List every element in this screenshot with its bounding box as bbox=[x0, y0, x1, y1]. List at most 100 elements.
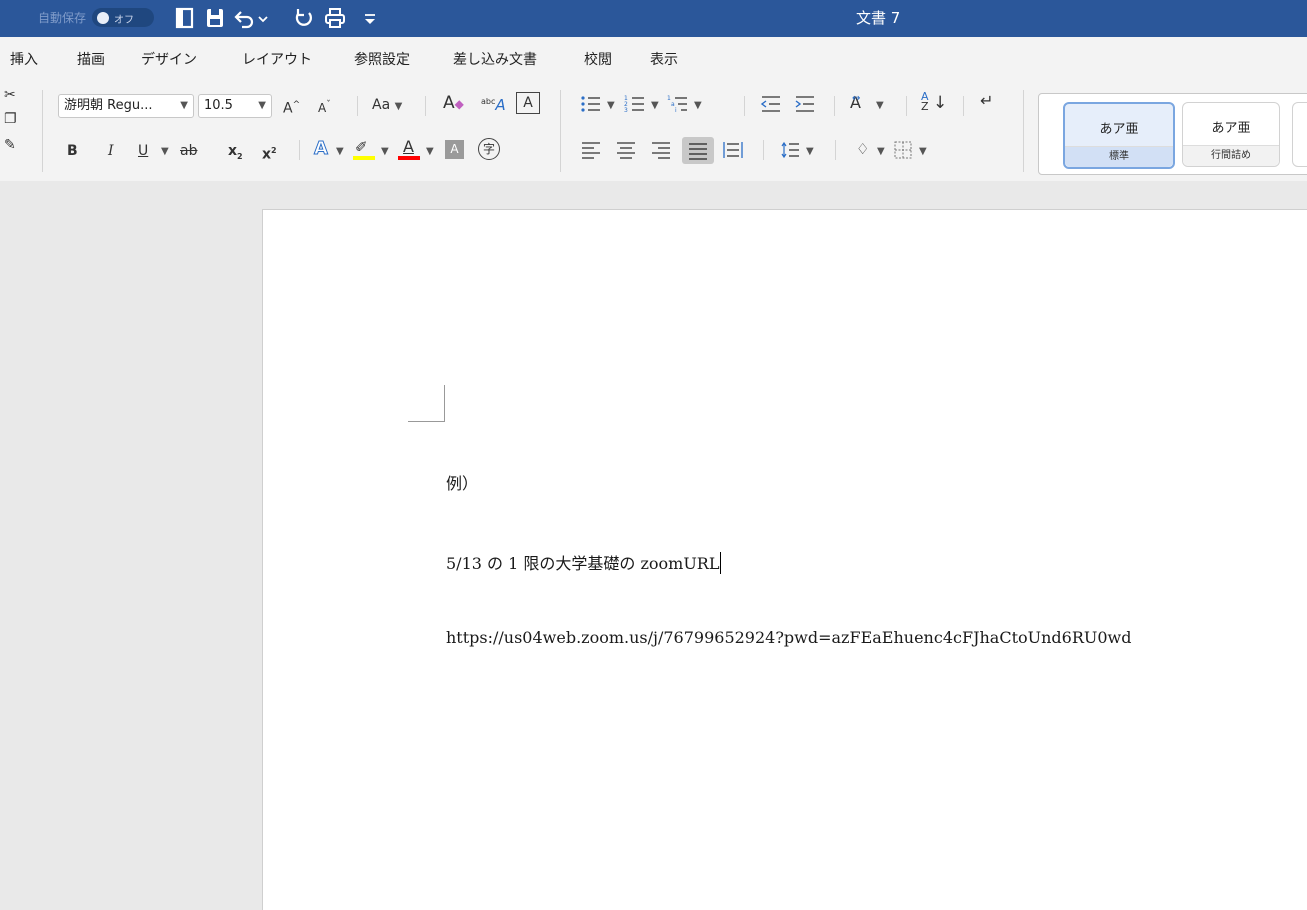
copy-icon[interactable]: ❐ bbox=[4, 108, 17, 130]
phonetic-guide-button[interactable]: abcA bbox=[481, 91, 506, 116]
font-color-swatch bbox=[398, 156, 420, 160]
document-page[interactable]: 例） 5/13 の 1 限の大学基礎の zoomURL https://us04… bbox=[262, 209, 1307, 910]
divider bbox=[299, 140, 300, 160]
decrease-indent-icon[interactable] bbox=[760, 94, 782, 114]
paragraph-example[interactable]: 例） bbox=[446, 470, 478, 494]
multilevel-chevron-down-icon[interactable]: ▼ bbox=[694, 95, 702, 117]
text-effects-button[interactable]: A bbox=[314, 138, 329, 160]
shading-icon[interactable]: ♢ bbox=[856, 138, 869, 160]
show-formatting-marks-icon[interactable]: ↵ bbox=[980, 90, 993, 112]
align-left-icon[interactable] bbox=[580, 140, 602, 160]
cut-icon[interactable]: ✂ bbox=[4, 84, 16, 106]
align-right-icon[interactable] bbox=[650, 140, 672, 160]
line-spacing-icon[interactable] bbox=[779, 140, 801, 160]
font-size-dropdown[interactable]: 10.5 ▼ bbox=[198, 94, 272, 118]
enclose-characters-button[interactable]: 字 bbox=[478, 138, 500, 160]
save-icon[interactable] bbox=[202, 5, 228, 31]
tab-references[interactable]: 参照設定 bbox=[354, 49, 410, 69]
paragraph-zoom-url[interactable]: https://us04web.zoom.us/j/76799652924?pw… bbox=[446, 628, 1131, 647]
style-next-partial[interactable] bbox=[1292, 102, 1307, 167]
justify-button[interactable] bbox=[682, 137, 714, 164]
borders-icon[interactable] bbox=[893, 140, 913, 160]
line-spacing-chevron-down-icon[interactable]: ▼ bbox=[806, 141, 814, 163]
svg-text:i: i bbox=[675, 107, 677, 114]
highlight-color-swatch bbox=[353, 156, 375, 160]
text-cursor bbox=[720, 552, 722, 574]
redo-icon[interactable] bbox=[290, 5, 316, 31]
bold-button[interactable]: B bbox=[67, 140, 78, 162]
asian-layout-chevron-down-icon[interactable]: ▼ bbox=[876, 95, 884, 117]
divider bbox=[425, 96, 426, 116]
ribbon-tabs: 挿入 描画 デザイン レイアウト 参照設定 差し込み文書 校閲 表示 bbox=[0, 37, 1307, 82]
character-border-button[interactable]: A bbox=[516, 92, 540, 114]
tab-draw[interactable]: 描画 bbox=[77, 49, 105, 69]
bullets-icon[interactable] bbox=[580, 94, 602, 114]
divider bbox=[963, 96, 964, 116]
divider bbox=[763, 140, 764, 160]
grow-font-button[interactable]: A^ bbox=[283, 94, 300, 120]
divider bbox=[1023, 90, 1024, 172]
style-preview: あア亜 bbox=[1099, 122, 1139, 137]
multilevel-list-icon[interactable]: 1ai bbox=[667, 94, 689, 114]
autosave-state: オフ bbox=[114, 15, 134, 26]
undo-history-chevron-down-icon[interactable] bbox=[256, 5, 270, 31]
font-color-button[interactable]: A bbox=[398, 136, 420, 160]
tab-layout[interactable]: レイアウト bbox=[242, 49, 312, 69]
italic-button[interactable]: I bbox=[108, 140, 114, 162]
shrink-font-button[interactable]: Aˇ bbox=[318, 94, 331, 119]
superscript-label: x bbox=[262, 146, 272, 163]
change-case-button[interactable]: Aa ▼ bbox=[372, 94, 402, 118]
underline-chevron-down-icon[interactable]: ▼ bbox=[161, 141, 169, 163]
strikethrough-button[interactable]: ab bbox=[180, 140, 197, 162]
document-canvas[interactable]: 例） 5/13 の 1 限の大学基礎の zoomURL https://us04… bbox=[0, 181, 1307, 910]
tab-insert[interactable]: 挿入 bbox=[10, 49, 38, 69]
increase-indent-icon[interactable] bbox=[794, 94, 816, 114]
divider bbox=[906, 96, 907, 116]
format-painter-icon[interactable]: ✎ bbox=[4, 134, 16, 156]
superscript-button[interactable]: x2 bbox=[262, 140, 277, 166]
style-no-spacing[interactable]: あア亜 行間詰め bbox=[1182, 102, 1280, 167]
grow-font-label: A bbox=[283, 100, 293, 117]
style-preview: あア亜 bbox=[1211, 121, 1251, 136]
title-bar: 自動保存 オフ 文書 7 bbox=[0, 0, 1307, 37]
font-color-chevron-down-icon[interactable]: ▼ bbox=[426, 141, 434, 163]
font-name-dropdown[interactable]: 游明朝 Regu... ▼ bbox=[58, 94, 194, 118]
borders-chevron-down-icon[interactable]: ▼ bbox=[919, 141, 927, 163]
font-color-label: A bbox=[403, 137, 414, 156]
paragraph-zoom-title-text: 5/13 の 1 限の大学基礎の zoomURL bbox=[446, 554, 720, 573]
divider bbox=[834, 96, 835, 116]
numbering-icon[interactable]: 123 bbox=[624, 94, 646, 114]
highlight-color-button[interactable]: ✐ bbox=[353, 136, 375, 160]
shading-chevron-down-icon[interactable]: ▼ bbox=[877, 141, 885, 163]
print-icon[interactable] bbox=[322, 5, 348, 31]
sort-icon[interactable]: AZ bbox=[921, 91, 929, 112]
svg-text:3: 3 bbox=[624, 107, 628, 114]
autosave-toggle[interactable]: オフ bbox=[92, 8, 154, 27]
customize-toolbar-icon[interactable] bbox=[362, 5, 378, 31]
align-center-icon[interactable] bbox=[615, 140, 637, 160]
underline-button[interactable]: U bbox=[138, 140, 148, 162]
styles-gallery: あア亜 標準 あア亜 行間詰め bbox=[1038, 93, 1307, 175]
paragraph-zoom-title[interactable]: 5/13 の 1 限の大学基礎の zoomURL bbox=[446, 550, 722, 574]
divider bbox=[42, 90, 43, 172]
subscript-button[interactable]: x2 bbox=[228, 140, 243, 168]
bullets-chevron-down-icon[interactable]: ▼ bbox=[607, 95, 615, 117]
tab-design[interactable]: デザイン bbox=[141, 49, 197, 69]
new-document-icon[interactable] bbox=[172, 5, 198, 31]
divider bbox=[744, 96, 745, 116]
numbering-chevron-down-icon[interactable]: ▼ bbox=[651, 95, 659, 117]
distributed-icon[interactable] bbox=[722, 140, 744, 160]
text-effects-chevron-down-icon[interactable]: ▼ bbox=[336, 141, 344, 163]
highlight-chevron-down-icon[interactable]: ▼ bbox=[381, 141, 389, 163]
asian-layout-icon[interactable]: ↔ A bbox=[850, 92, 861, 114]
autosave-label: 自動保存 bbox=[38, 11, 87, 25]
tab-view[interactable]: 表示 bbox=[650, 49, 678, 69]
tab-review[interactable]: 校閲 bbox=[584, 49, 612, 69]
tab-mailings[interactable]: 差し込み文書 bbox=[453, 49, 537, 69]
character-shading-button[interactable]: A bbox=[445, 140, 464, 159]
clear-formatting-icon[interactable]: A◆ bbox=[443, 92, 464, 115]
undo-icon[interactable] bbox=[232, 5, 258, 31]
subscript-label: x bbox=[228, 143, 238, 159]
sort-arrow-icon[interactable]: ↓ bbox=[933, 92, 947, 114]
style-normal[interactable]: あア亜 標準 bbox=[1063, 102, 1175, 169]
